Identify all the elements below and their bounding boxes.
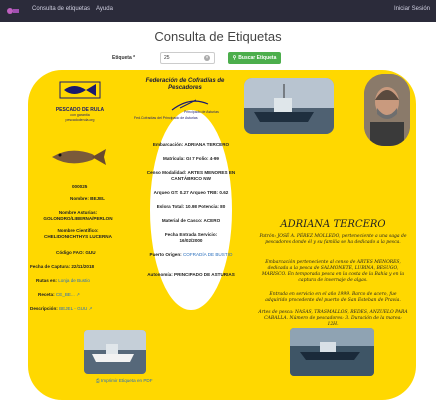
app-logo-icon[interactable] bbox=[6, 5, 20, 17]
boat-at-sea-photo bbox=[290, 328, 374, 376]
eslora-value: 10.98 Potencia: 80 bbox=[185, 204, 226, 209]
story-paragraph-2: Embarcación perteneciente al censo de AR… bbox=[261, 260, 405, 283]
fish-code: 000025 bbox=[72, 184, 88, 189]
print-pdf-label: Imprimir Etiqueta en PDF bbox=[100, 378, 153, 383]
boat-photo bbox=[244, 78, 334, 134]
scientific-value: CHELIDONICHTHYS LUCERNA bbox=[44, 234, 112, 239]
boat-row: Embarcación: ADRIANA TERCERO bbox=[132, 142, 250, 148]
recipe-link[interactable]: CE_BE... bbox=[56, 292, 75, 297]
harbor-photo bbox=[84, 330, 146, 374]
capture-date-row: Fecha de Captura: 22/11/2018 bbox=[30, 264, 94, 269]
boat-value: ADRIANA TERCERO bbox=[184, 142, 230, 147]
eslora-row: Eslora Total: 10.98 Potencia: 80 bbox=[132, 204, 250, 210]
censo-label: Censo Modalidad: bbox=[146, 170, 187, 175]
registration-value: GI 7 Folio: 4-99 bbox=[186, 156, 219, 161]
story-paragraph-3: Entrada en servicio en el año 1999. Barc… bbox=[265, 292, 401, 303]
card-decoration bbox=[150, 110, 232, 310]
story-paragraph-1: Patrón: JOSÉ A. PÉREZ MOLLEDO, perteneci… bbox=[259, 234, 407, 245]
fish-name-label: Nombre: bbox=[70, 196, 89, 201]
search-button-label: Buscar Etiqueta bbox=[238, 55, 277, 61]
harbor-photo-image bbox=[84, 330, 146, 374]
logo-url: pescadoderula.org bbox=[65, 118, 95, 122]
nav-iniciar-sesion[interactable]: Iniciar Sesión bbox=[394, 6, 430, 12]
censo-row: Censo Modalidad: ARTES MENORES EN CANTÁB… bbox=[132, 170, 250, 182]
fish-photo bbox=[52, 149, 106, 165]
asturian-value: GOLONDRO/LIBERNA/PERLON bbox=[43, 216, 113, 221]
fish-name-value: BEJEL bbox=[90, 196, 105, 201]
scientific-label: Nombre Científico: bbox=[57, 228, 99, 233]
clear-icon[interactable]: × bbox=[204, 55, 210, 61]
search-form: Etiqueta * × ⚲ Buscar Etiqueta bbox=[0, 52, 436, 66]
portrait-image bbox=[364, 74, 410, 146]
material-value: ACERO bbox=[203, 218, 221, 223]
nav-consulta-etiquetas[interactable]: Consulta de etiquetas bbox=[32, 6, 90, 12]
print-icon: ⎙ bbox=[96, 378, 100, 383]
pescado-de-rula-logo: PESCADO DE RULA con garantía pescadoderu… bbox=[50, 78, 110, 126]
entry-value: 16/02/2000 bbox=[179, 238, 203, 243]
asturian-label: Nombre Asturias: bbox=[58, 210, 98, 215]
federacion-sub: Principado de Asturias bbox=[184, 110, 219, 114]
boat-name-heading: ADRIANA TERCERO bbox=[280, 219, 386, 230]
external-link-icon[interactable]: ↗ bbox=[76, 292, 80, 297]
entry-row: Fecha Entrada Servicio: 16/02/2000 bbox=[132, 232, 250, 244]
autonomy-row: Autonomía: PRINCIPADO DE ASTURIAS bbox=[132, 272, 250, 278]
boat-photo-image bbox=[244, 78, 334, 134]
port-label: Puerto Origen: bbox=[149, 252, 182, 257]
fish-logo-icon bbox=[59, 81, 101, 99]
external-link-icon[interactable]: ↗ bbox=[89, 306, 93, 311]
port-link[interactable]: COFRADÍA DE BUSTIO bbox=[183, 252, 233, 257]
boat-at-sea-photo-image bbox=[290, 328, 374, 376]
logo-sub: con garantía bbox=[70, 113, 90, 117]
label-card: PESCADO DE RULA con garantía pescadoderu… bbox=[28, 70, 416, 400]
federacion-title: Federación de Cofradías de Pescadores bbox=[145, 78, 225, 91]
search-button[interactable]: ⚲ Buscar Etiqueta bbox=[228, 52, 281, 64]
route-label: Rutas en: bbox=[36, 278, 57, 283]
route-link[interactable]: Lonja de Bustio bbox=[58, 278, 90, 283]
autonomy-value: PRINCIPADO DE ASTURIAS bbox=[174, 272, 235, 277]
capture-date-label: Fecha de Captura: bbox=[30, 264, 71, 269]
material-label: Material de Casco: bbox=[161, 218, 203, 223]
port-row: Puerto Origen: COFRADÍA DE BUSTIO bbox=[132, 252, 250, 258]
top-navbar: Consulta de etiquetas Ayuda Iniciar Sesi… bbox=[0, 0, 436, 22]
recipe-label: Receta: bbox=[38, 292, 55, 297]
description-row: Descripción: BEJEL - GUU ↗ bbox=[30, 306, 92, 312]
etiqueta-label: Etiqueta * bbox=[112, 55, 136, 61]
recipe-row: Receta: CE_BE... ↗ bbox=[38, 292, 80, 298]
page-title: Consulta de Etiquetas bbox=[154, 29, 282, 44]
patron-portrait bbox=[364, 74, 410, 146]
description-link[interactable]: BEJEL - GUU bbox=[59, 306, 87, 311]
arqueo-value: 0.27 Arqueo TRB: 0.62 bbox=[179, 190, 229, 195]
route-row: Rutas en: Lonja de Bustio bbox=[36, 278, 90, 283]
registration-row: Matrícula: GI 7 Folio: 4-99 bbox=[132, 156, 250, 162]
capture-date-value: 22/11/2018 bbox=[71, 264, 95, 269]
registration-label: Matrícula: bbox=[163, 156, 185, 161]
fao-row: Código FAO: GUU bbox=[56, 250, 96, 255]
eslora-label: Eslora Total: bbox=[156, 204, 185, 209]
fao-label: Código FAO: bbox=[56, 250, 85, 255]
print-pdf-link[interactable]: ⎙ Imprimir Etiqueta en PDF bbox=[96, 378, 153, 383]
fao-value: GUU bbox=[85, 250, 96, 255]
search-icon: ⚲ bbox=[232, 55, 237, 61]
arqueo-row: Arqueo GT: 0.27 Arqueo TRB: 0.62 bbox=[132, 190, 250, 196]
description-label: Descripción: bbox=[30, 306, 58, 311]
fish-name-row: Nombre: BEJEL bbox=[70, 196, 105, 201]
story-paragraph-4: Artes de pesca: NASAS, TRASMALLOS, REDES… bbox=[258, 310, 408, 327]
arqueo-label: Arqueo GT: bbox=[153, 190, 179, 195]
autonomy-label: Autonomía: bbox=[147, 272, 173, 277]
federacion-caption: Fed.Cofradías del Principado de Asturias bbox=[134, 116, 198, 120]
nav-ayuda[interactable]: Ayuda bbox=[96, 6, 113, 12]
material-row: Material de Casco: ACERO bbox=[132, 218, 250, 224]
boat-label: Embarcación: bbox=[152, 142, 184, 147]
